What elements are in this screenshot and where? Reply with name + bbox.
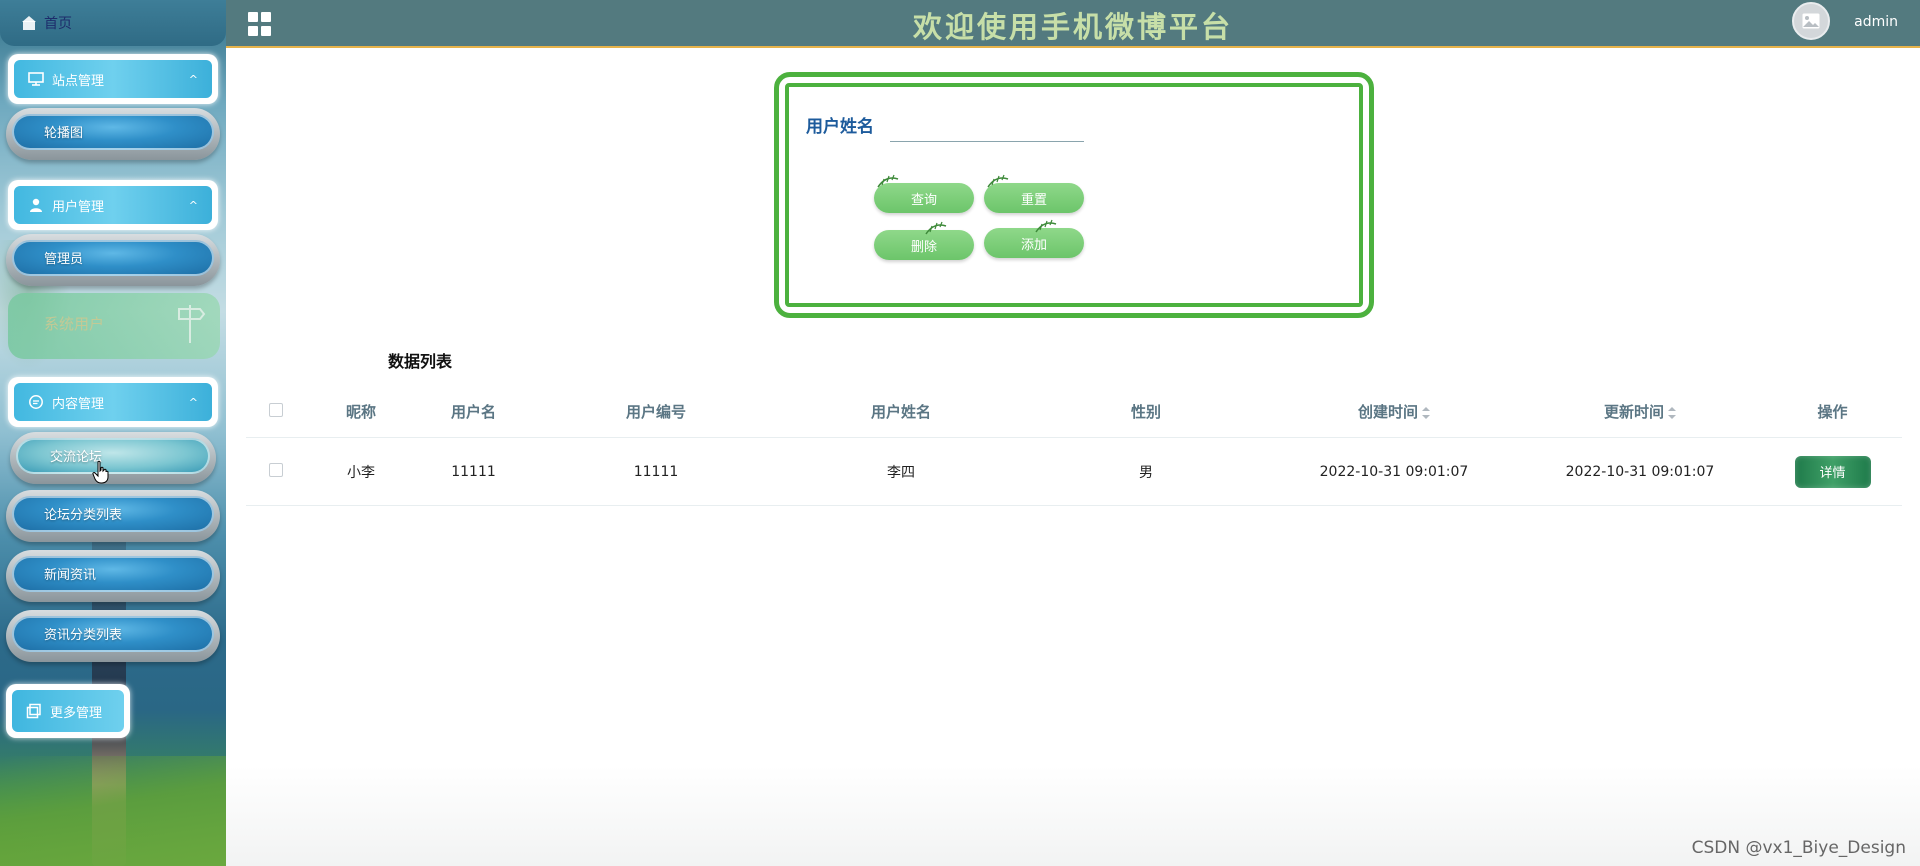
sidebar-item-label: 首页 xyxy=(44,16,72,32)
reset-button-label: 重置 xyxy=(1020,192,1047,208)
sidebar-item-label: 轮播图 xyxy=(44,126,84,141)
cell-updated-time: 2022-10-31 09:01:07 xyxy=(1565,463,1715,480)
leaf-icon xyxy=(987,174,1009,188)
cell-created-time: 2022-10-31 09:01:07 xyxy=(1319,463,1469,480)
sidebar-item-news[interactable]: 新闻资讯 xyxy=(6,550,220,602)
watermark: CSDN @vx1_Biye_Design xyxy=(1691,838,1906,858)
add-button-label: 添加 xyxy=(1020,237,1047,253)
page-title: 欢迎使用手机微博平台 xyxy=(912,10,1233,44)
select-all-checkbox[interactable] xyxy=(269,402,283,417)
sidebar-item-admins[interactable]: 管理员 xyxy=(6,234,220,286)
table-row: 小李 11111 11111 李四 男 2022-10-31 09:01:07 … xyxy=(246,438,1902,506)
sidebar-item-carousel[interactable]: 轮播图 xyxy=(6,108,220,160)
user-icon xyxy=(30,198,42,212)
cell-username: 11111 xyxy=(451,463,496,480)
sort-icon[interactable] xyxy=(1668,406,1676,419)
sidebar-group-label: 用户管理 xyxy=(52,199,105,215)
row-checkbox[interactable] xyxy=(269,462,283,477)
column-header-label: 更新时间 xyxy=(1603,403,1664,421)
search-input[interactable] xyxy=(890,112,1084,142)
cell-real-name: 李四 xyxy=(887,464,915,481)
monitor-icon xyxy=(28,72,44,86)
top-bar: 欢迎使用手机微博平台 admin xyxy=(226,0,1920,48)
sidebar-group-site[interactable]: 站点管理 ^ xyxy=(8,54,218,104)
chevron-up-icon: ^ xyxy=(188,395,198,409)
column-header-created[interactable]: 创建时间 xyxy=(1271,401,1517,422)
cell-user-number: 11111 xyxy=(633,463,679,480)
sidebar: 首页 站点管理 ^ 轮播图 用户管理 ^ 管理员 系统用户 内容管理 ^ 交流论… xyxy=(0,0,226,866)
sidebar-group-label: 内容管理 xyxy=(52,396,105,412)
leaf-icon xyxy=(1035,219,1057,233)
delete-button-label: 删除 xyxy=(910,239,937,255)
sidebar-item-system-users[interactable]: 系统用户 xyxy=(8,293,220,359)
sidebar-item-news-categories[interactable]: 资讯分类列表 xyxy=(6,610,220,662)
hand-cursor-icon xyxy=(92,460,109,484)
signpost-icon xyxy=(178,305,206,343)
leaf-icon xyxy=(925,221,947,235)
column-header: 性别 xyxy=(1130,403,1161,421)
query-button-label: 查询 xyxy=(910,192,937,208)
avatar[interactable] xyxy=(1792,2,1830,40)
sidebar-item-label: 论坛分类列表 xyxy=(44,508,123,523)
sidebar-item-label: 管理员 xyxy=(44,252,84,267)
table-header: 昵称 用户名 用户编号 用户姓名 性别 创建时间 更新时间 操作 xyxy=(246,386,1902,438)
cell-nickname: 小李 xyxy=(347,464,375,481)
leaf-icon xyxy=(877,174,899,188)
add-button[interactable]: 添加 xyxy=(984,219,1084,258)
sidebar-item-home[interactable]: 首页 xyxy=(0,0,226,46)
detail-button[interactable]: 详情 xyxy=(1794,455,1871,488)
more-management-button[interactable]: 更多管理 xyxy=(6,684,130,738)
page-footer-area xyxy=(226,766,1920,866)
column-header: 用户姓名 xyxy=(870,403,931,421)
chat-icon xyxy=(29,395,43,409)
sidebar-group-content[interactable]: 内容管理 ^ xyxy=(8,377,218,427)
username[interactable]: admin xyxy=(1854,14,1898,30)
delete-button[interactable]: 删除 xyxy=(874,221,974,260)
query-button[interactable]: 查询 xyxy=(874,174,974,213)
sort-icon[interactable] xyxy=(1422,406,1430,419)
background-grass xyxy=(0,756,226,866)
data-table: 昵称 用户名 用户编号 用户姓名 性别 创建时间 更新时间 操作 小李 1111… xyxy=(246,386,1902,506)
sidebar-item-label: 资讯分类列表 xyxy=(44,628,123,643)
column-header: 昵称 xyxy=(345,403,376,421)
home-icon xyxy=(22,16,36,30)
sidebar-item-label: 系统用户 xyxy=(44,315,105,333)
column-header: 用户名 xyxy=(450,403,496,421)
sidebar-group-label: 站点管理 xyxy=(52,73,105,89)
cell-gender: 男 xyxy=(1139,464,1153,481)
image-placeholder-icon xyxy=(1802,13,1820,29)
sidebar-item-forum-categories[interactable]: 论坛分类列表 xyxy=(6,490,220,542)
more-management-label: 更多管理 xyxy=(50,705,103,721)
sidebar-item-label: 新闻资讯 xyxy=(44,568,97,583)
column-header: 用户编号 xyxy=(625,403,686,421)
copy-icon xyxy=(26,703,41,719)
table-title: 数据列表 xyxy=(388,352,453,371)
sidebar-group-users[interactable]: 用户管理 ^ xyxy=(8,180,218,230)
chevron-up-icon: ^ xyxy=(188,72,198,86)
search-label: 用户姓名 xyxy=(806,117,874,137)
chevron-up-icon: ^ xyxy=(188,198,198,212)
column-header-updated[interactable]: 更新时间 xyxy=(1517,401,1763,422)
column-header: 操作 xyxy=(1817,403,1848,421)
column-header-label: 创建时间 xyxy=(1357,403,1418,421)
reset-button[interactable]: 重置 xyxy=(984,174,1084,213)
sidebar-item-forum[interactable]: 交流论坛 xyxy=(10,432,216,484)
